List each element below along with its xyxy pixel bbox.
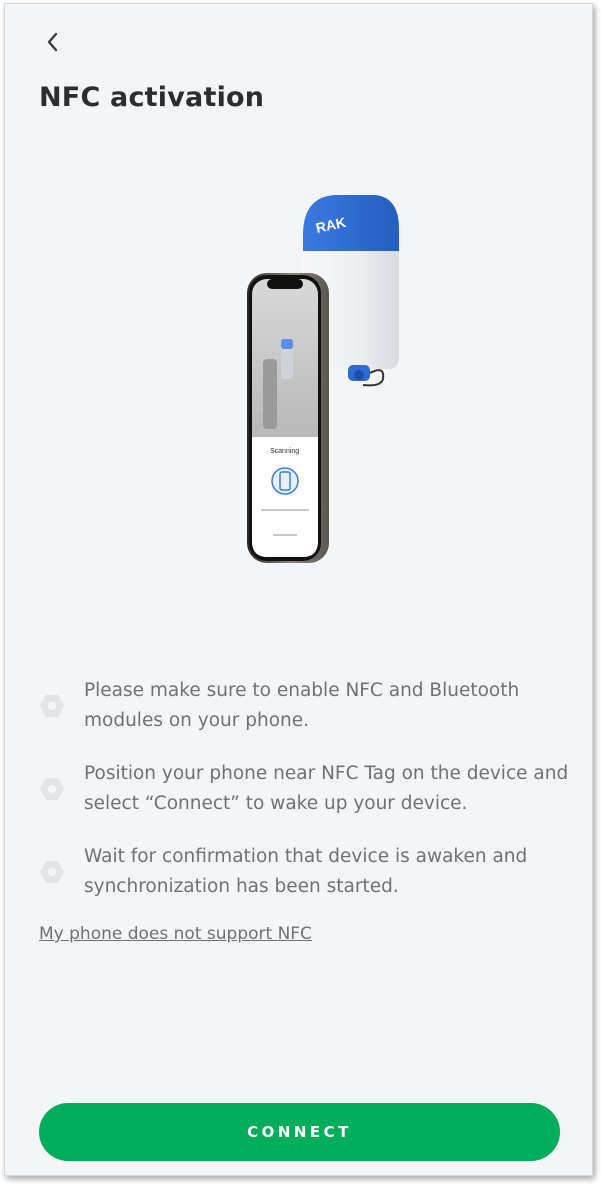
instruction-step: Position your phone near NFC Tag on the … — [35, 759, 575, 819]
hexagon-bullet-icon — [40, 695, 64, 717]
page-title: NFC activation — [39, 82, 265, 113]
instruction-list: Please make sure to enable NFC and Bluet… — [35, 676, 575, 925]
instruction-step: Wait for confirmation that device is awa… — [35, 842, 575, 902]
connect-button[interactable]: CONNECT — [39, 1103, 560, 1161]
instruction-text: Please make sure to enable NFC and Bluet… — [84, 680, 520, 731]
nfc-device-illustration: RAK Scanning — [247, 195, 399, 563]
phone-status-text: Scanning — [270, 448, 299, 455]
hexagon-bullet-icon — [40, 861, 64, 883]
chevron-left-icon — [47, 32, 58, 52]
instruction-text: Position your phone near NFC Tag on the … — [84, 763, 569, 814]
hexagon-bullet-icon — [40, 778, 64, 800]
instruction-text: Wait for confirmation that device is awa… — [84, 846, 528, 897]
app-screen: NFC activation RAK Scanning Please make … — [4, 3, 593, 1176]
back-button[interactable] — [35, 24, 71, 60]
instruction-step: Please make sure to enable NFC and Bluet… — [35, 676, 575, 736]
no-nfc-support-link[interactable]: My phone does not support NFC — [39, 924, 312, 944]
